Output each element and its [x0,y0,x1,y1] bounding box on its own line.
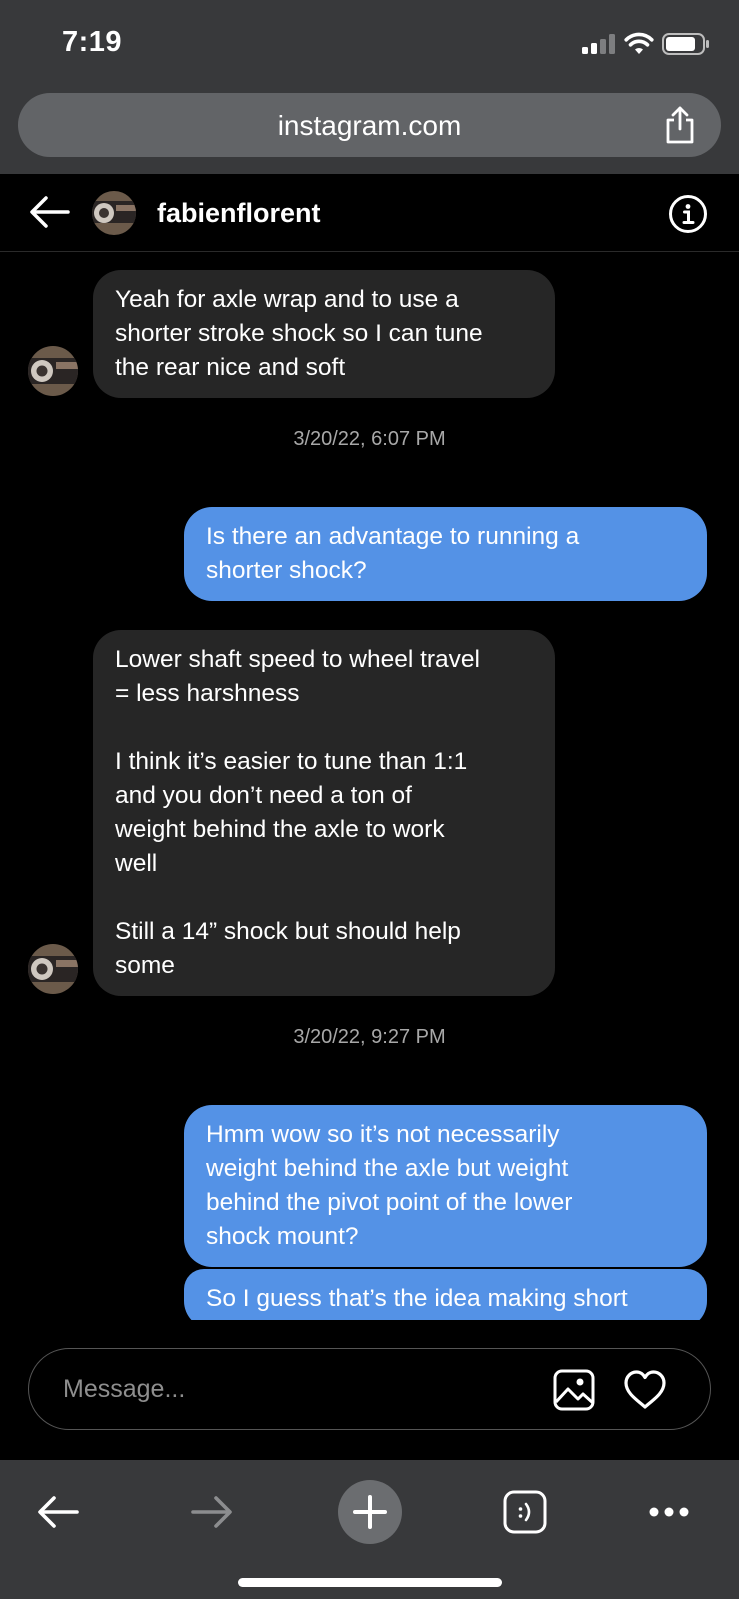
cellular-signal-icon [582,34,616,54]
plus-icon [353,1495,387,1529]
message-timestamp: 3/20/22, 6:07 PM [293,428,446,450]
arrow-left-icon[interactable] [36,1494,80,1530]
sender-avatar[interactable] [28,346,78,396]
chat-header: fabienflorent [0,174,739,252]
incoming-message-bubble[interactable]: Yeah for axle wrap and to use a shorter … [93,270,555,398]
back-arrow-icon[interactable] [28,194,72,230]
outgoing-message-bubble[interactable]: Is there an advantage to running a short… [184,507,707,601]
status-time: 7:19 [62,26,123,58]
url-bar[interactable]: instagram.com [18,93,721,157]
message-thread[interactable]: Yeah for axle wrap and to use a shorter … [0,253,739,1320]
info-icon[interactable] [668,194,708,234]
heart-icon[interactable] [623,1369,667,1411]
new-tab-button[interactable] [338,1480,402,1544]
message-input[interactable] [63,1369,503,1409]
outgoing-message-bubble[interactable]: So I guess that’s the idea making short [184,1269,707,1320]
chat-username[interactable]: fabienflorent [157,198,321,229]
avatar[interactable] [92,191,136,235]
browser-toolbar [0,1460,739,1599]
sender-avatar[interactable] [28,944,78,994]
outgoing-message-bubble[interactable]: Hmm wow so it’s not necessarily weight b… [184,1105,707,1267]
status-bar: 7:19 [0,0,739,88]
browser-address-area: instagram.com [0,88,739,174]
more-icon[interactable] [648,1504,690,1520]
tabs-icon[interactable] [503,1490,547,1534]
message-timestamp: 3/20/22, 9:27 PM [293,1026,446,1048]
image-icon[interactable] [553,1369,595,1411]
battery-icon [662,33,709,55]
share-icon[interactable] [663,105,697,145]
wifi-icon [624,32,654,54]
message-composer [28,1348,711,1430]
arrow-right-icon[interactable] [190,1494,234,1530]
incoming-message-bubble[interactable]: Lower shaft speed to wheel travel = less… [93,630,555,996]
url-text[interactable]: instagram.com [18,110,721,142]
home-indicator[interactable] [238,1578,502,1587]
